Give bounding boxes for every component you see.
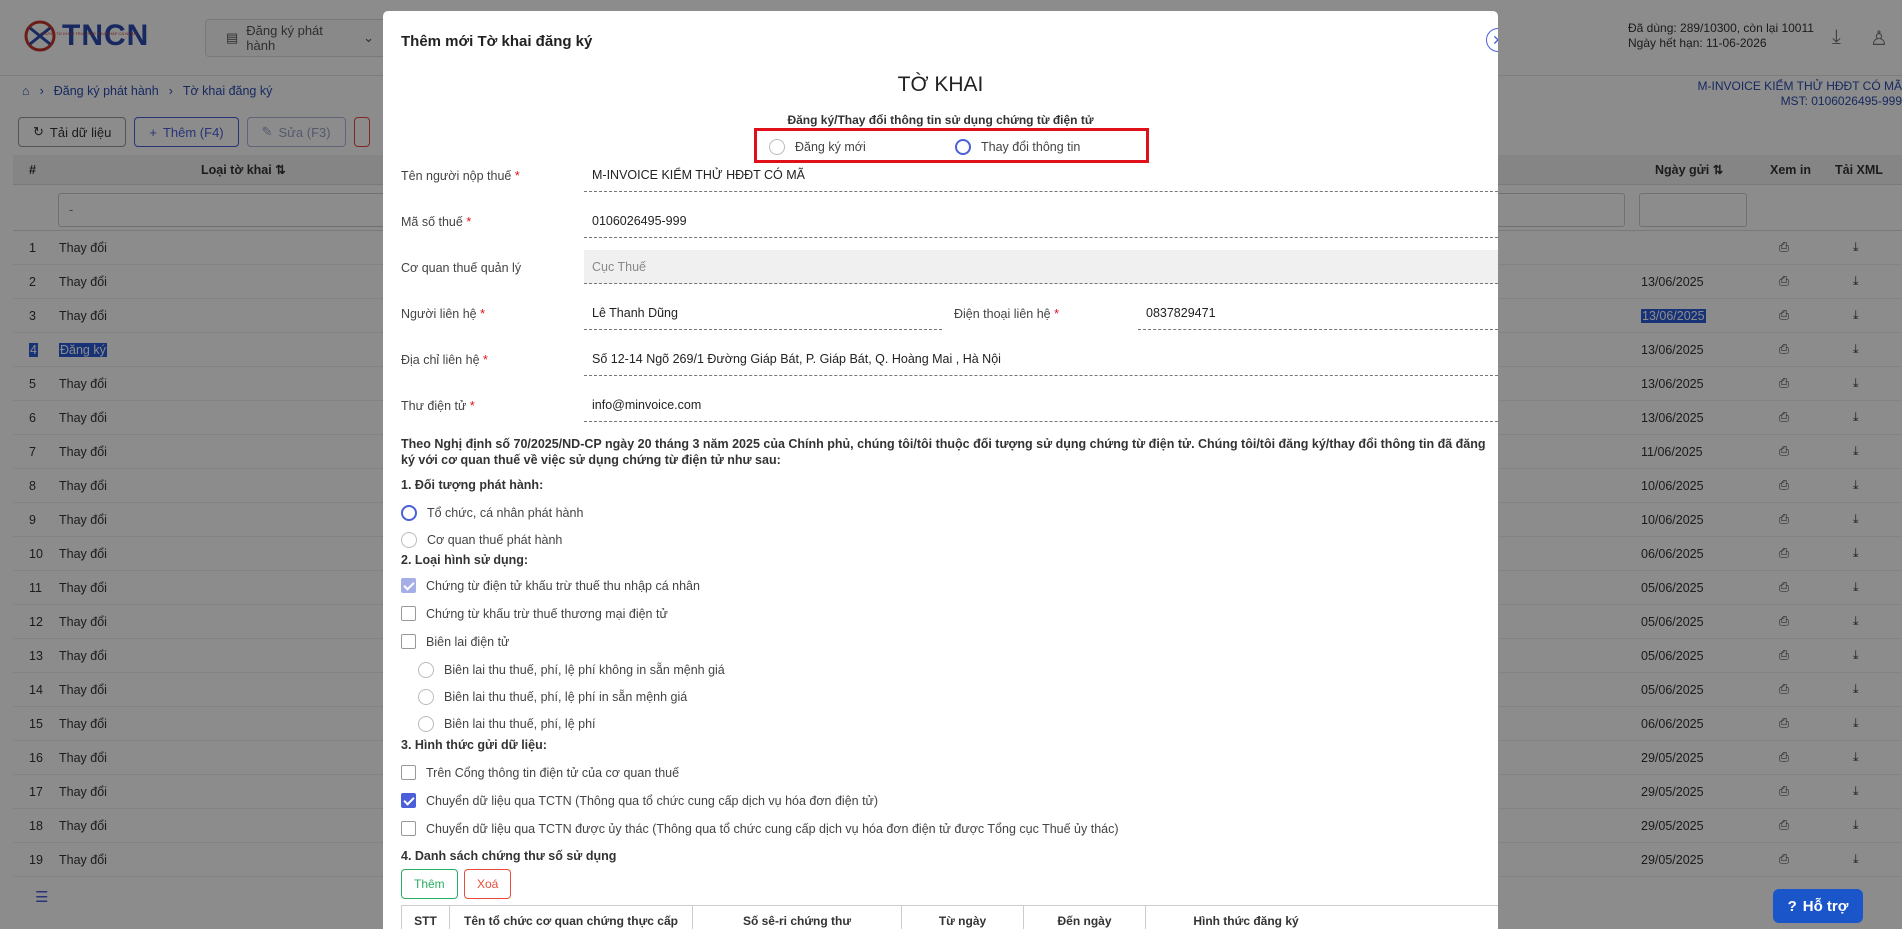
receipt-sub1-radio[interactable]: Biên lai thu thuế, phí, lệ phí không in … [418, 662, 725, 678]
receipt-sub2-radio[interactable]: Biên lai thu thuế, phí, lệ phí in sẵn mệ… [418, 689, 687, 705]
section-usage-type: 2. Loại hình sử dụng: [401, 553, 529, 567]
declaration-text: Theo Nghị định số 70/2025/ND-CP ngày 20 … [401, 437, 1486, 467]
th-stt: STT [402, 906, 450, 929]
phone-field[interactable]: 0837829471 [1138, 296, 1498, 330]
th-to: Đến ngày [1024, 906, 1146, 929]
th-from: Từ ngày [902, 906, 1024, 929]
tax-office-label: Cơ quan thuế quản lý [401, 261, 522, 275]
issuer-tax-office-radio[interactable]: Cơ quan thuế phát hành [401, 532, 562, 548]
send-tctn-checkbox[interactable]: Chuyển dữ liệu qua TCTN (Thông qua tổ ch… [401, 793, 878, 808]
receipt-sub3-radio[interactable]: Biên lai thu thuế, phí, lệ phí [418, 716, 596, 732]
form-heading: TỜ KHAI [897, 73, 984, 96]
add-certificate-button[interactable]: Thêm [401, 869, 458, 899]
th-method: Hình thức đăng ký [1193, 914, 1299, 928]
certificate-table-header: STT Tên tổ chức cơ quan chứng thực cấp S… [401, 905, 1498, 929]
section-certificates: 4. Danh sách chứng thư số sử dụng [401, 849, 617, 863]
contact-label: Người liên hệ * [401, 307, 485, 321]
help-icon: ? [1787, 897, 1797, 915]
email-field[interactable]: info@minvoice.com [584, 388, 1498, 422]
tax-office-field[interactable]: Cục Thuế [584, 250, 1498, 284]
email-label: Thư điện tử * [401, 399, 475, 413]
phone-label: Điện thoại liên hệ * [954, 307, 1059, 321]
section-send-method: 3. Hình thức gửi dữ liệu: [401, 738, 547, 752]
taxpayer-label: Tên người nộp thuế * [401, 169, 520, 183]
tax-code-field[interactable]: 0106026495-999 [584, 204, 1498, 238]
th-serial: Số sê-ri chứng thư [693, 906, 902, 929]
form-subheading: Đăng ký/Thay đổi thông tin sử dụng chứng… [787, 113, 1094, 127]
send-portal-checkbox[interactable]: Trên Cổng thông tin điện tử của cơ quan … [401, 765, 679, 780]
usage-ecommerce-checkbox[interactable]: Chứng từ khấu trừ thuế thương mại điện t… [401, 606, 668, 621]
address-label: Địa chỉ liên hệ * [401, 353, 488, 367]
help-button[interactable]: ? Hỗ trợ [1773, 889, 1863, 923]
delete-certificate-button[interactable]: Xoá [464, 869, 512, 899]
tax-code-label: Mã số thuế * [401, 215, 472, 229]
mode-change-radio[interactable]: Thay đổi thông tin [955, 139, 1080, 155]
th-issuer: Tên tổ chức cơ quan chứng thực cấp [450, 906, 693, 929]
mode-new-radio[interactable]: Đăng ký mới [769, 139, 866, 155]
send-tctn-delegated-checkbox[interactable]: Chuyển dữ liệu qua TCTN được ủy thác (Th… [401, 821, 1119, 836]
usage-pit-checkbox[interactable]: Chứng từ điện tử khấu trừ thuế thu nhập … [401, 578, 700, 593]
address-field[interactable]: Số 12-14 Ngõ 269/1 Đường Giáp Bát, P. Gi… [584, 342, 1498, 376]
section-issuer: 1. Đối tượng phát hành: [401, 478, 544, 492]
close-icon[interactable]: ✕ [1486, 28, 1498, 52]
issuer-org-radio[interactable]: Tổ chức, cá nhân phát hành [401, 505, 583, 521]
usage-receipt-checkbox[interactable]: Biên lai điện tử [401, 634, 509, 649]
taxpayer-field[interactable]: M-INVOICE KIỂM THỬ HĐĐT CÓ MÃ [584, 158, 1498, 192]
contact-field[interactable]: Lê Thanh Dũng [584, 296, 942, 330]
modal-title: Thêm mới Tờ khai đăng ký [401, 33, 593, 50]
add-declaration-modal: Thêm mới Tờ khai đăng ký ✕ ▲ ▼ TỜ KHAI Đ… [383, 11, 1498, 929]
